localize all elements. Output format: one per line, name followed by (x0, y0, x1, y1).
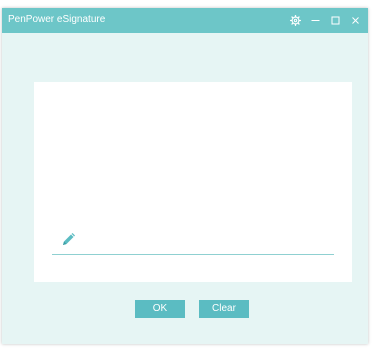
maximize-icon[interactable] (329, 14, 342, 27)
close-icon[interactable] (349, 14, 362, 27)
window-title: PenPower eSignature (8, 14, 106, 25)
app-window: PenPower eSignature OK Clear (2, 8, 368, 344)
signature-canvas[interactable] (34, 82, 352, 282)
pen-icon (60, 230, 78, 248)
settings-icon[interactable] (289, 14, 302, 27)
clear-button[interactable]: Clear (199, 300, 249, 318)
title-bar[interactable]: PenPower eSignature (2, 8, 368, 33)
signature-line (52, 254, 334, 255)
minimize-icon[interactable] (309, 14, 322, 27)
ok-button[interactable]: OK (135, 300, 185, 318)
